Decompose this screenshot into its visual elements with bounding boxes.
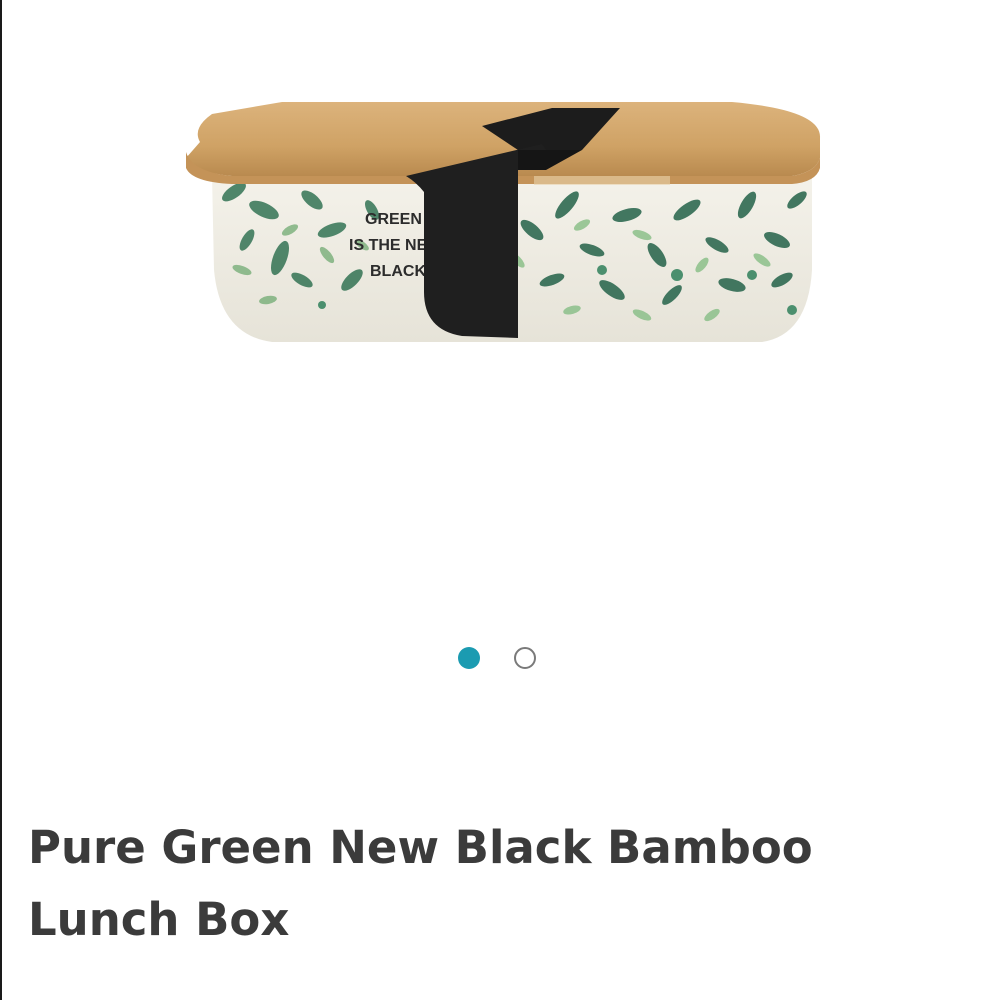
carousel-pagination [458,647,536,669]
product-title: Pure Green New Black Bamboo Lunch Box [28,821,813,946]
svg-text:GREEN: GREEN [365,211,422,228]
carousel-dot-1[interactable] [458,647,480,669]
product-photo[interactable]: GREEN IS THE NEW BLACK [172,80,832,370]
carousel-dot-2[interactable] [514,647,536,669]
product-image-gallery[interactable]: GREEN IS THE NEW BLACK [2,0,1000,620]
product-page: GREEN IS THE NEW BLACK Pure Green New Bl… [0,0,1000,1000]
svg-text:BLACK: BLACK [370,263,426,280]
